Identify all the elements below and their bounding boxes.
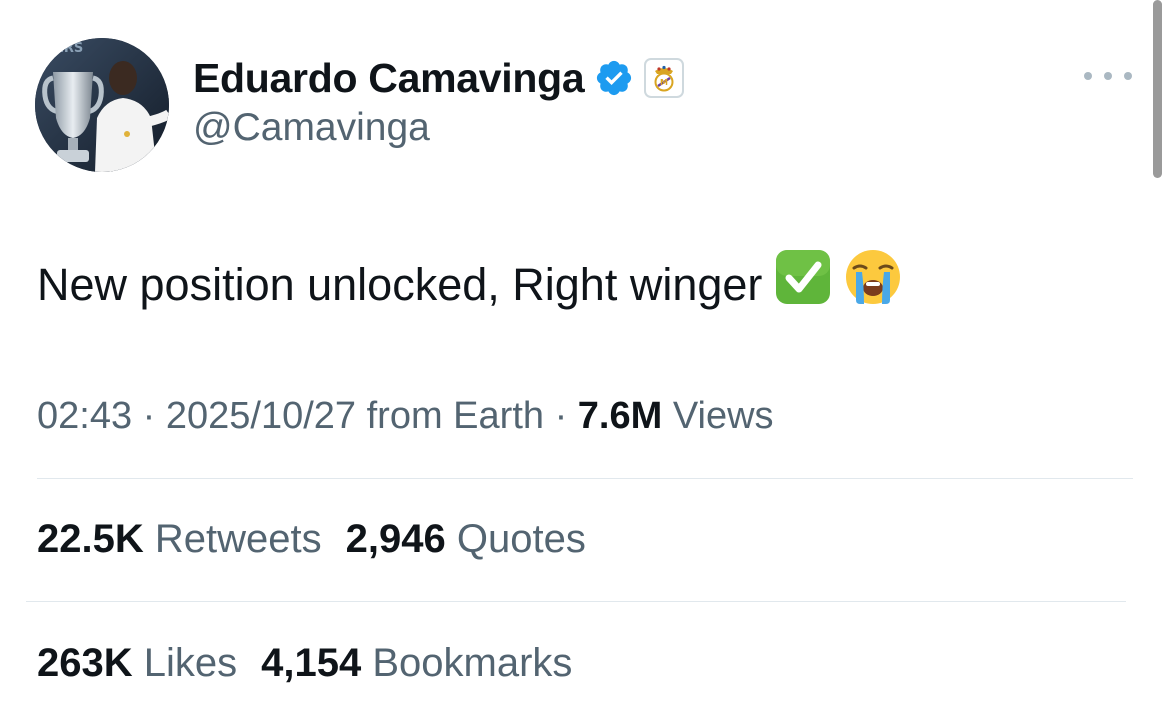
views-label: Views: [672, 395, 774, 437]
tweet-location: from Earth: [366, 395, 545, 437]
quotes-count: 2,946: [345, 517, 446, 561]
avatar[interactable]: ERS: [35, 38, 169, 172]
tweet-detail: ERS Eduardo Camavinga M @Camavinga New p…: [0, 0, 1170, 720]
meta-separator: ·: [554, 395, 568, 437]
bookmarks-count: 4,154: [261, 641, 362, 685]
likes-stat[interactable]: 263K Likes: [37, 638, 237, 688]
likes-label: Likes: [143, 641, 238, 685]
divider: [26, 601, 1126, 602]
more-options-button[interactable]: [1084, 62, 1132, 90]
tweet-date[interactable]: 2025/10/27: [166, 395, 356, 437]
bookmarks-label: Bookmarks: [372, 641, 573, 685]
bookmarks-stat[interactable]: 4,154 Bookmarks: [261, 638, 572, 688]
avatar-background-text: ERS: [55, 41, 83, 56]
dot-icon: [1104, 72, 1112, 80]
stats-row-retweets-quotes: 22.5K Retweets 2,946 Quotes: [37, 514, 586, 564]
meta-separator: ·: [142, 395, 156, 437]
dot-icon: [1084, 72, 1092, 80]
check-mark-button-emoji: [774, 248, 832, 321]
divider: [37, 478, 1133, 479]
svg-text:M: M: [660, 78, 668, 87]
real-madrid-crest-icon[interactable]: M: [644, 58, 685, 98]
scrollbar-thumb[interactable]: [1153, 0, 1162, 178]
avatar-photo: ERS: [35, 38, 169, 172]
dot-icon: [1124, 72, 1132, 80]
loudly-crying-face-emoji: [844, 248, 902, 321]
retweets-stat[interactable]: 22.5K Retweets: [37, 514, 322, 564]
verified-badge-icon: [594, 58, 634, 98]
quotes-stat[interactable]: 2,946 Quotes: [346, 514, 586, 564]
likes-count: 263K: [37, 641, 133, 685]
stats-row-likes-bookmarks: 263K Likes 4,154 Bookmarks: [37, 638, 572, 688]
tweet-time[interactable]: 02:43: [37, 395, 132, 437]
tweet-text-content: New position unlocked, Right winger: [37, 258, 763, 310]
quotes-label: Quotes: [456, 517, 586, 561]
retweets-label: Retweets: [154, 517, 322, 561]
tweet-meta: 02:43 · 2025/10/27 from Earth · 7.6M Vie…: [37, 392, 774, 440]
author-name-row: Eduardo Camavinga M: [193, 52, 685, 104]
views-count: 7.6M: [577, 395, 663, 437]
retweets-count: 22.5K: [37, 517, 144, 561]
author-handle[interactable]: @Camavinga: [193, 106, 430, 150]
tweet-text: New position unlocked, Right winger: [37, 248, 902, 321]
author-display-name[interactable]: Eduardo Camavinga: [193, 55, 585, 102]
